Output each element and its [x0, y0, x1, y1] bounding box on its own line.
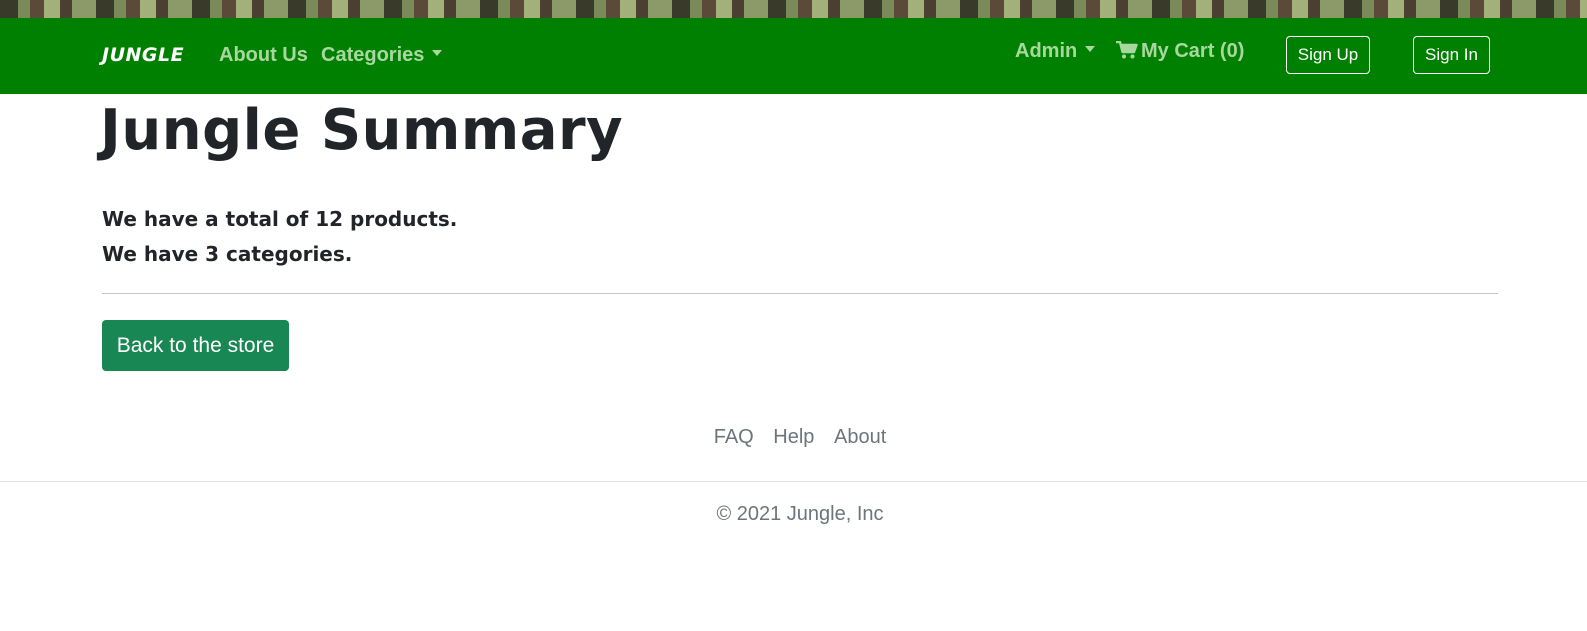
- nav-about-us-label: About Us: [219, 44, 308, 66]
- section-divider: [102, 293, 1498, 294]
- caret-down-icon: [432, 49, 443, 56]
- footer-link-help[interactable]: Help: [773, 426, 814, 448]
- sign-up-button[interactable]: Sign Up: [1286, 36, 1370, 74]
- footer-link-faq[interactable]: FAQ: [714, 426, 754, 448]
- nav-admin-label: Admin: [1015, 40, 1078, 62]
- sign-in-button[interactable]: Sign In: [1413, 36, 1490, 74]
- nav-admin-dropdown[interactable]: Admin: [1015, 40, 1096, 63]
- back-to-store-button[interactable]: Back to the store: [102, 320, 289, 371]
- caret-down-icon: [1085, 45, 1096, 52]
- brand-logo[interactable]: JUNGLE: [102, 44, 184, 66]
- nav-categories-label: Categories: [321, 44, 425, 66]
- footer-divider: [0, 481, 1587, 482]
- nav-about-us[interactable]: About Us: [219, 44, 308, 67]
- footer-links: FAQ Help About: [0, 426, 1587, 449]
- nav-my-cart[interactable]: My Cart (0): [1116, 40, 1244, 63]
- navbar: JUNGLE About Us Categories Admin My Cart…: [0, 18, 1587, 94]
- page-title: Jungle Summary: [100, 98, 624, 163]
- footer-link-about[interactable]: About: [834, 426, 886, 448]
- header-banner-image: [0, 0, 1587, 18]
- categories-count-text: We have 3 categories.: [102, 242, 353, 266]
- cart-icon: [1116, 40, 1138, 59]
- copyright-text: © 2021 Jungle, Inc: [716, 503, 884, 525]
- nav-categories-dropdown[interactable]: Categories: [321, 44, 443, 67]
- products-count-text: We have a total of 12 products.: [102, 207, 458, 231]
- nav-my-cart-label: My Cart (0): [1141, 40, 1245, 62]
